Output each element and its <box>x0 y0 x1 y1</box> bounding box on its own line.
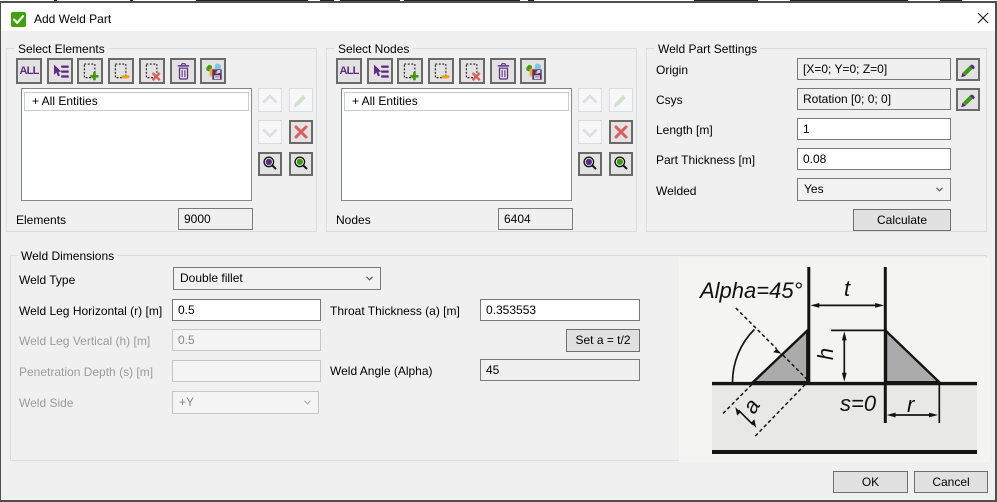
svg-text:t: t <box>844 276 851 301</box>
svg-text:h: h <box>813 348 838 360</box>
svg-text:Alpha=45°: Alpha=45° <box>698 278 803 303</box>
svg-text:s=0: s=0 <box>840 391 877 416</box>
